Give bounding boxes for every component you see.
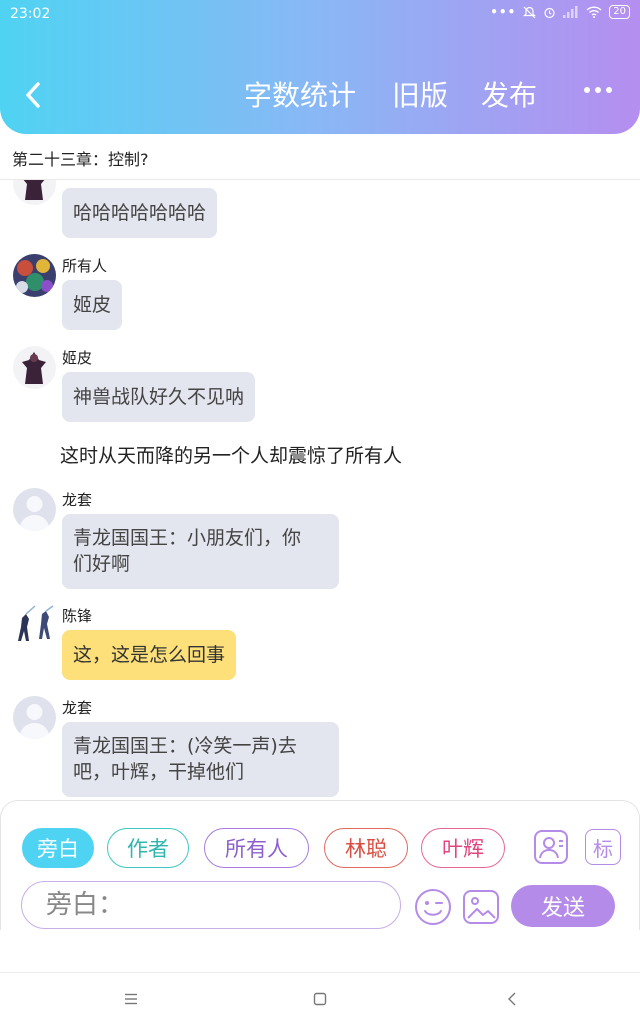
sender-name: 姬皮	[62, 349, 93, 367]
send-button[interactable]: 发送	[511, 885, 615, 927]
role-chip-author[interactable]: 作者	[107, 828, 189, 868]
chapter-title[interactable]: 第二十三章：控制?	[12, 146, 149, 170]
message-line: 吧，叶辉，干掉他们	[73, 761, 245, 783]
sender-name: 龙套	[62, 491, 93, 509]
villain-avatar-image	[13, 346, 56, 389]
group-avatar-image	[13, 254, 56, 297]
message-bubble[interactable]: 姬皮	[62, 280, 123, 330]
system-back-button[interactable]	[497, 987, 527, 1011]
system-nav-bar	[0, 973, 640, 1024]
menu-icon	[125, 993, 137, 1005]
battery-icon: 20	[609, 5, 630, 19]
chevron-left-icon	[26, 82, 40, 108]
back-button[interactable]	[18, 78, 48, 112]
role-chip-narrator[interactable]: 旁白	[22, 828, 94, 868]
role-chip-all[interactable]: 所有人	[204, 828, 309, 868]
home-button[interactable]	[305, 987, 335, 1011]
image-icon	[463, 890, 499, 924]
signal-icon	[563, 6, 578, 18]
chat-list[interactable]: 哈哈哈哈哈哈哈 所有人 姬皮 姬皮 神兽战队好久不见呐 这时从天而降的另一个人却…	[0, 180, 640, 800]
character-manage-button[interactable]	[533, 829, 569, 865]
menu-button[interactable]	[116, 987, 146, 1011]
avatar[interactable]	[13, 254, 56, 297]
default-avatar-icon	[13, 696, 56, 739]
message-line: 青龙国国王：(冷笑一声)去	[73, 735, 297, 757]
notification-dots-icon: •••	[490, 5, 517, 19]
avatar[interactable]	[13, 488, 56, 531]
more-options-button[interactable]	[580, 80, 616, 100]
status-icons: ••• 20	[490, 5, 630, 19]
tag-button[interactable]: 标	[585, 829, 621, 865]
status-bar: 23:02 ••• 20	[0, 0, 640, 30]
sender-name: 龙套	[62, 699, 93, 717]
image-button[interactable]	[462, 888, 500, 926]
status-time: 23:02	[10, 6, 51, 22]
square-home-icon	[313, 992, 327, 1006]
avatar[interactable]	[13, 180, 56, 205]
message-line: 青龙国国王：小朋友们，你	[73, 527, 302, 549]
narration-text[interactable]: 这时从天而降的另一个人却震惊了所有人	[60, 441, 402, 468]
alarm-icon	[544, 7, 555, 18]
avatar[interactable]	[13, 346, 56, 389]
mute-icon	[523, 6, 537, 18]
villain-avatar-image	[13, 180, 56, 205]
role-chip-yehui[interactable]: 叶辉	[421, 828, 505, 868]
message-bubble[interactable]: 神兽战队好久不见呐	[62, 372, 256, 422]
more-dot-icon	[606, 87, 612, 93]
wifi-icon	[586, 6, 602, 18]
message-bubble[interactable]: 青龙国国王：小朋友们，你 们好啊	[62, 514, 339, 589]
chevron-left-icon	[508, 992, 516, 1006]
wink-emoji-icon	[415, 889, 451, 925]
message-bubble[interactable]: 这，这是怎么回事	[62, 630, 237, 680]
more-dot-icon	[584, 87, 590, 93]
message-line: 们好啊	[73, 553, 131, 575]
emoji-button[interactable]	[414, 888, 452, 926]
app-header: 23:02 ••• 20 字数统计 旧版 发布	[0, 0, 640, 134]
message-bubble[interactable]: 青龙国国王：(冷笑一声)去 吧，叶辉，干掉他们	[62, 722, 339, 797]
old-version-button[interactable]: 旧版	[392, 78, 448, 114]
publish-button[interactable]: 发布	[481, 78, 537, 114]
avatar[interactable]	[13, 696, 56, 739]
message-bubble[interactable]: 哈哈哈哈哈哈哈	[62, 188, 218, 238]
sender-name: 所有人	[62, 257, 108, 275]
message-input[interactable]	[21, 881, 401, 929]
sender-name: 陈锋	[62, 607, 93, 625]
role-chip-lincong[interactable]: 林聪	[324, 828, 408, 868]
more-dot-icon	[595, 87, 601, 93]
fighters-avatar-image	[13, 604, 56, 647]
word-count-button[interactable]: 字数统计	[244, 78, 356, 114]
person-card-icon	[534, 830, 568, 864]
avatar[interactable]	[13, 604, 56, 647]
default-avatar-icon	[13, 488, 56, 531]
